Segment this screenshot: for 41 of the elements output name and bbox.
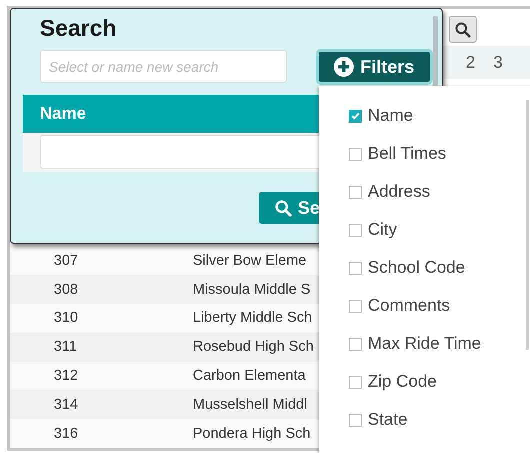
table-cell: Missoula Middle S — [193, 282, 311, 298]
filter-option[interactable]: Max Ride Time — [319, 325, 530, 363]
checkbox[interactable] — [349, 110, 362, 122]
scrollbar[interactable] — [526, 100, 529, 350]
checkbox[interactable] — [349, 414, 362, 426]
page-link[interactable]: 2 — [466, 52, 476, 72]
search-name-field[interactable]: Select or name new search — [40, 50, 287, 83]
table-cell-text: 308 — [53, 282, 80, 298]
checkbox[interactable] — [349, 262, 362, 274]
filters-button[interactable]: Filters — [316, 49, 433, 85]
checkbox[interactable] — [349, 376, 362, 388]
checkbox[interactable] — [349, 148, 362, 160]
table-cell-text: 310 — [53, 310, 80, 326]
page-link[interactable]: 3 — [493, 52, 503, 72]
filter-option[interactable]: State — [319, 401, 530, 439]
table-cell: Liberty Middle Sch — [193, 310, 312, 326]
table-cell-text: 311 — [53, 339, 78, 356]
filter-option[interactable]: Comments — [319, 287, 530, 325]
checkbox[interactable] — [349, 186, 362, 198]
panel-title: Search — [40, 15, 117, 42]
search-icon — [275, 200, 292, 216]
checkbox[interactable] — [349, 224, 362, 236]
filter-label: Name — [40, 104, 86, 124]
search-icon — [455, 22, 471, 38]
filter-option[interactable]: Zip Code — [319, 363, 530, 401]
filter-option[interactable]: Bell Times — [319, 135, 530, 173]
table-cell-text: 316 — [53, 426, 80, 442]
filter-option[interactable]: Name — [319, 97, 530, 135]
table-cell-text: 314 — [53, 396, 80, 413]
plus-icon — [334, 57, 354, 77]
table-cell: Pondera High Sch — [193, 426, 311, 442]
table-cell: Carbon Elementa — [193, 368, 306, 384]
checkbox[interactable] — [349, 338, 362, 350]
table-cell-text: 307 — [53, 252, 80, 269]
table-cell: Rosebud High Sch — [193, 339, 314, 356]
filter-option[interactable]: School Code — [319, 249, 530, 287]
search-button[interactable] — [449, 16, 477, 43]
table-cell: Silver Bow Eleme — [193, 252, 307, 269]
table-cell-text: 312 — [53, 368, 80, 384]
table-cell: Musselshell Middl — [193, 396, 308, 413]
checkbox[interactable] — [349, 300, 362, 312]
